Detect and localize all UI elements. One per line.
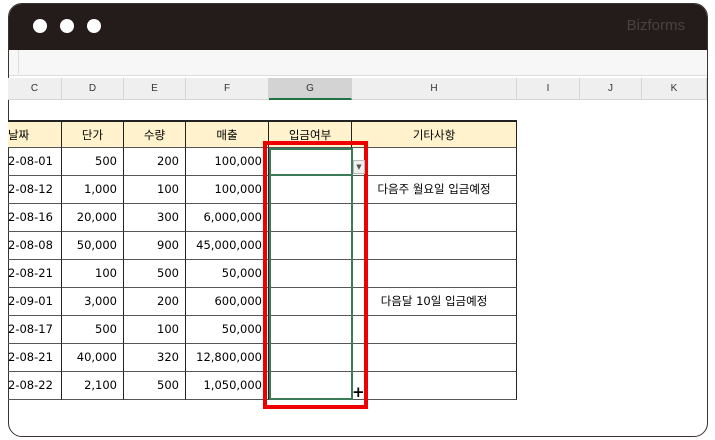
table-cell[interactable]: 20,000: [62, 204, 124, 232]
table-cell[interactable]: 12,800,000: [186, 344, 269, 372]
table-cell[interactable]: 100,000: [186, 176, 269, 204]
table-cell[interactable]: 2-08-16: [8, 204, 62, 232]
table-cell[interactable]: 500: [124, 372, 186, 400]
table-cell[interactable]: 2,100: [62, 372, 124, 400]
table-cell[interactable]: 50,000: [186, 260, 269, 288]
window-dot-icon[interactable]: [33, 19, 47, 33]
dropdown-arrow-icon[interactable]: ▼: [353, 160, 365, 174]
table-cell[interactable]: 2-08-08: [8, 232, 62, 260]
table-cell[interactable]: 2-08-21: [8, 260, 62, 288]
highlight-box: [263, 141, 368, 409]
fill-handle-cursor-icon: +: [352, 383, 365, 401]
table-cell[interactable]: 200: [124, 148, 186, 176]
table-cell[interactable]: [352, 204, 517, 232]
column-header-E[interactable]: E: [124, 78, 186, 100]
table-cell[interactable]: 2-08-12: [8, 176, 62, 204]
table-cell[interactable]: 2-08-22: [8, 372, 62, 400]
table-cell[interactable]: 500: [62, 316, 124, 344]
title-bar: Bizforms: [9, 4, 707, 50]
table-cell[interactable]: [352, 232, 517, 260]
column-header-C[interactable]: C: [8, 78, 62, 100]
table-cell[interactable]: 다음달 10일 입금예정: [352, 288, 517, 316]
column-header-K[interactable]: K: [642, 78, 707, 100]
table-cell[interactable]: 600,000: [186, 288, 269, 316]
table-cell[interactable]: 100: [124, 176, 186, 204]
column-header-G[interactable]: G: [269, 78, 352, 100]
window-dot-icon[interactable]: [60, 19, 74, 33]
window-dot-icon[interactable]: [87, 19, 101, 33]
table-cell[interactable]: [352, 316, 517, 344]
table-cell[interactable]: 320: [124, 344, 186, 372]
table-header-cell[interactable]: 날짜: [8, 120, 62, 148]
table-header-cell[interactable]: 매출: [186, 120, 269, 148]
column-header-J[interactable]: J: [580, 78, 642, 100]
column-header-I[interactable]: I: [517, 78, 580, 100]
table-cell[interactable]: [352, 260, 517, 288]
table-cell[interactable]: 500: [62, 148, 124, 176]
table-cell[interactable]: 50,000: [186, 316, 269, 344]
table-cell[interactable]: 다음주 월요일 입금예정: [352, 176, 517, 204]
table-cell[interactable]: [352, 372, 517, 400]
table-cell[interactable]: 6,000,000: [186, 204, 269, 232]
table-cell[interactable]: 1,050,000: [186, 372, 269, 400]
table-cell[interactable]: [352, 148, 517, 176]
table-cell[interactable]: 3,000: [62, 288, 124, 316]
table-cell[interactable]: 50,000: [62, 232, 124, 260]
table-cell[interactable]: 300: [124, 204, 186, 232]
table-cell[interactable]: 2-08-21: [8, 344, 62, 372]
table-cell[interactable]: 2-08-01: [8, 148, 62, 176]
table-cell[interactable]: 100,000: [186, 148, 269, 176]
column-header-D[interactable]: D: [62, 78, 124, 100]
table-cell[interactable]: 1,000: [62, 176, 124, 204]
table-cell[interactable]: 900: [124, 232, 186, 260]
table-header-cell[interactable]: 수량: [124, 120, 186, 148]
table-cell[interactable]: 100: [62, 260, 124, 288]
table-cell[interactable]: 2-08-17: [8, 316, 62, 344]
table-cell[interactable]: [352, 344, 517, 372]
table-header-cell[interactable]: 단가: [62, 120, 124, 148]
table-cell[interactable]: 40,000: [62, 344, 124, 372]
table-cell[interactable]: 200: [124, 288, 186, 316]
table-header-cell[interactable]: 기타사항: [352, 120, 517, 148]
table-cell[interactable]: 45,000,000: [186, 232, 269, 260]
formula-bar[interactable]: [9, 50, 707, 76]
column-header-F[interactable]: F: [186, 78, 269, 100]
table-cell[interactable]: 100: [124, 316, 186, 344]
table-cell[interactable]: 2-09-01: [8, 288, 62, 316]
name-box[interactable]: [9, 50, 19, 74]
brand-logo: Bizforms: [626, 17, 685, 34]
table-cell[interactable]: 500: [124, 260, 186, 288]
column-header-H[interactable]: H: [352, 78, 517, 100]
